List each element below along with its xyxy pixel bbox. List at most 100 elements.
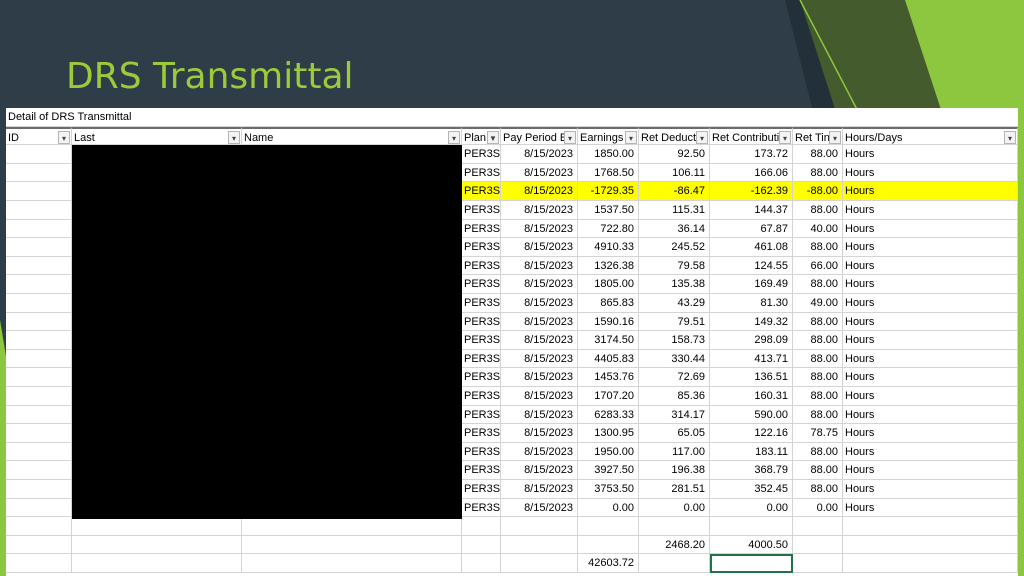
empty-cell[interactable] [72, 554, 242, 573]
cell-ret-deductions[interactable]: 106.11 [639, 163, 710, 183]
cell-hours-days[interactable]: Hours [843, 238, 1018, 257]
total-ret-deductions[interactable]: 2468.20 [639, 535, 710, 555]
empty-cell[interactable] [793, 517, 843, 536]
cell-ret-contributions[interactable]: 81.30 [710, 294, 793, 313]
cell-ret-time[interactable]: 78.75 [793, 424, 843, 443]
cell-pay-period[interactable]: 8/15/2023 [501, 145, 578, 164]
cell-hours-days[interactable]: Hours [843, 182, 1018, 201]
cell-plan[interactable]: PER3SB [462, 461, 501, 480]
cell-earnings[interactable]: 1707.20 [578, 387, 639, 406]
cell-plan[interactable]: PER3SF [462, 201, 501, 220]
empty-cell[interactable] [501, 554, 578, 573]
cell-plan[interactable]: PER3SA [462, 294, 501, 313]
cell-ret-contributions[interactable]: -162.39 [710, 182, 793, 201]
cell-ret-time[interactable]: 88.00 [793, 387, 843, 406]
empty-cell[interactable] [242, 517, 462, 536]
empty-cell[interactable] [462, 517, 501, 536]
cell-earnings[interactable]: 3753.50 [578, 480, 639, 499]
cell-id[interactable] [6, 349, 72, 369]
cell-ret-time[interactable]: 88.00 [793, 275, 843, 294]
cell-pay-period[interactable]: 8/15/2023 [501, 480, 578, 499]
cell-earnings[interactable]: 1326.38 [578, 256, 639, 276]
cell-hours-days[interactable]: Hours [843, 294, 1018, 313]
cell-ret-contributions[interactable]: 590.00 [710, 405, 793, 425]
filter-active-icon[interactable]: ▼ [487, 130, 499, 144]
empty-cell[interactable] [843, 554, 1018, 573]
cell-earnings[interactable]: -1729.35 [578, 182, 639, 201]
cell-hours-days[interactable]: Hours [843, 461, 1018, 480]
cell-id[interactable] [6, 424, 72, 443]
cell-earnings[interactable]: 1805.00 [578, 275, 639, 294]
column-header[interactable]: Ret Contributi ▾ [710, 126, 793, 146]
cell-hours-days[interactable]: Hours [843, 219, 1018, 239]
cell-plan[interactable]: PER3SA [462, 145, 501, 164]
column-header[interactable]: Ret Tin ▾ [793, 126, 843, 146]
cell-ret-contributions[interactable]: 169.49 [710, 275, 793, 294]
empty-cell[interactable] [793, 535, 843, 555]
column-header[interactable]: Last ▾ [72, 126, 242, 146]
cell-pay-period[interactable]: 8/15/2023 [501, 498, 578, 518]
cell-plan[interactable]: PER3SB [462, 387, 501, 406]
cell-id[interactable] [6, 145, 72, 164]
cell-id[interactable] [6, 312, 72, 332]
cell-ret-contributions[interactable]: 67.87 [710, 219, 793, 239]
column-header[interactable]: ID ▾ [6, 126, 72, 146]
cell-ret-contributions[interactable]: 413.71 [710, 349, 793, 369]
dropdown-arrow-icon[interactable]: ▾ [564, 130, 576, 144]
cell-earnings[interactable]: 1950.00 [578, 442, 639, 462]
cell-earnings[interactable]: 1300.95 [578, 424, 639, 443]
cell-ret-deductions[interactable]: 117.00 [639, 442, 710, 462]
cell-ret-contributions[interactable]: 136.51 [710, 368, 793, 387]
cell-ret-deductions[interactable]: 115.31 [639, 201, 710, 220]
cell-hours-days[interactable]: Hours [843, 424, 1018, 443]
column-header[interactable]: Ret Deducti ▾ [639, 126, 710, 146]
dropdown-arrow-icon[interactable]: ▾ [696, 130, 708, 144]
column-header[interactable]: Earnings ▾ [578, 126, 639, 146]
cell-plan[interactable]: PER3SA [462, 405, 501, 425]
dropdown-arrow-icon[interactable]: ▾ [448, 130, 460, 144]
cell-hours-days[interactable]: Hours [843, 331, 1018, 350]
cell-pay-period[interactable]: 8/15/2023 [501, 331, 578, 350]
cell-id[interactable] [6, 461, 72, 480]
dropdown-arrow-icon[interactable]: ▾ [829, 130, 841, 144]
cell-ret-deductions[interactable]: 65.05 [639, 424, 710, 443]
cell-ret-contributions[interactable]: 173.72 [710, 145, 793, 164]
cell-plan[interactable]: PER3SB [462, 424, 501, 443]
empty-cell[interactable] [72, 535, 242, 555]
cell-ret-deductions[interactable]: 43.29 [639, 294, 710, 313]
selected-cell[interactable] [710, 554, 793, 573]
cell-hours-days[interactable]: Hours [843, 275, 1018, 294]
cell-ret-deductions[interactable]: 196.38 [639, 461, 710, 480]
cell-earnings[interactable]: 0.00 [578, 498, 639, 518]
cell-earnings[interactable]: 3174.50 [578, 331, 639, 350]
cell-plan[interactable]: PER3SA [462, 312, 501, 332]
cell-pay-period[interactable]: 8/15/2023 [501, 219, 578, 239]
cell-pay-period[interactable]: 8/15/2023 [501, 424, 578, 443]
cell-plan[interactable]: PER3SD [462, 275, 501, 294]
cell-earnings[interactable]: 865.83 [578, 294, 639, 313]
cell-hours-days[interactable]: Hours [843, 442, 1018, 462]
cell-hours-days[interactable]: Hours [843, 387, 1018, 406]
cell-pay-period[interactable]: 8/15/2023 [501, 294, 578, 313]
cell-ret-time[interactable]: 88.00 [793, 201, 843, 220]
empty-cell[interactable] [501, 535, 578, 555]
cell-earnings[interactable]: 722.80 [578, 219, 639, 239]
cell-plan[interactable]: PER3SA [462, 368, 501, 387]
cell-id[interactable] [6, 480, 72, 499]
cell-earnings[interactable]: 1768.50 [578, 163, 639, 183]
cell-ret-time[interactable]: 88.00 [793, 349, 843, 369]
column-header[interactable]: Pay Period E ▾ [501, 126, 578, 146]
cell-ret-time[interactable]: 66.00 [793, 256, 843, 276]
cell-id[interactable] [6, 368, 72, 387]
cell-ret-deductions[interactable]: 79.51 [639, 312, 710, 332]
cell-pay-period[interactable]: 8/15/2023 [501, 238, 578, 257]
cell-hours-days[interactable]: Hours [843, 163, 1018, 183]
cell-id[interactable] [6, 294, 72, 313]
cell-ret-contributions[interactable]: 352.45 [710, 480, 793, 499]
cell-ret-deductions[interactable]: 92.50 [639, 145, 710, 164]
cell-ret-contributions[interactable]: 183.11 [710, 442, 793, 462]
cell-pay-period[interactable]: 8/15/2023 [501, 461, 578, 480]
cell-pay-period[interactable]: 8/15/2023 [501, 201, 578, 220]
cell-pay-period[interactable]: 8/15/2023 [501, 442, 578, 462]
cell-ret-deductions[interactable]: 85.36 [639, 387, 710, 406]
